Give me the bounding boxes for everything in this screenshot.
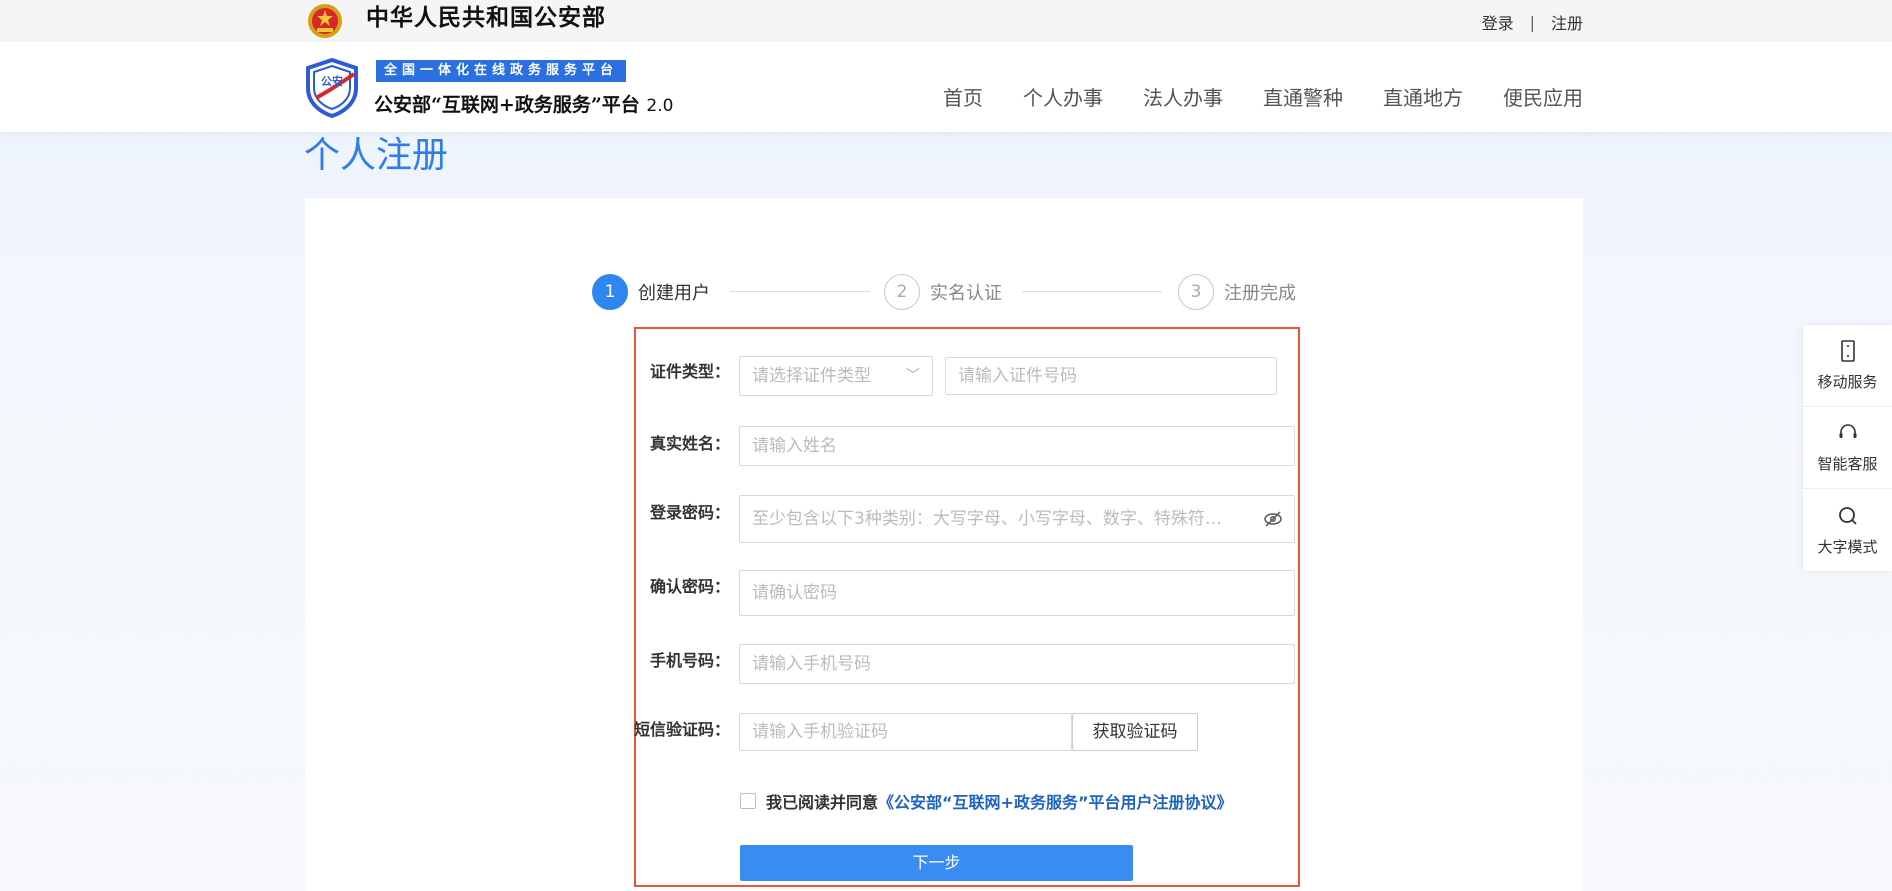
step-label: 实名认证: [930, 283, 1002, 304]
login-link[interactable]: 登录: [1482, 10, 1514, 34]
step-label: 创建用户: [638, 283, 710, 304]
ministry-name: 中华人民共和国公安部: [366, 5, 606, 31]
page-title: 个人注册: [304, 135, 449, 176]
top-links: 登录 | 注册: [1482, 10, 1583, 34]
logo-text: 公安: [321, 74, 343, 88]
nav-item-police-types[interactable]: 直通警种: [1263, 85, 1343, 111]
side-item-label: 移动服务: [1817, 373, 1878, 391]
sms-code-input[interactable]: 请输入手机验证码: [739, 713, 1072, 751]
link-separator: |: [1529, 12, 1535, 32]
agreement-row: 我已阅读并同意 《公安部“互联网+政务服务”平台用户注册协议》: [740, 789, 1232, 813]
side-item-mobile-service[interactable]: 移动服务: [1803, 325, 1892, 407]
register-link[interactable]: 注册: [1551, 10, 1583, 34]
step-connector: [1022, 291, 1162, 292]
id-type-label: 证件类型：: [649, 362, 730, 381]
id-type-select[interactable]: 请选择证件类型 ﹀: [739, 356, 933, 396]
phone-placeholder: 请输入手机号码: [752, 654, 871, 674]
phone-input[interactable]: 请输入手机号码: [739, 644, 1295, 684]
step-complete: 3 注册完成: [1178, 274, 1296, 310]
headset-icon: [1839, 424, 1856, 438]
top-bar: 中华人民共和国公安部 登录 | 注册: [0, 0, 1892, 42]
step-real-name: 2 实名认证: [884, 274, 1002, 310]
name-input[interactable]: 请输入姓名: [739, 426, 1295, 466]
registration-steps: 1 创建用户 2 实名认证 3 注册完成: [592, 274, 1302, 310]
site-header: 公安 全国一体化在线政务服务平台 公安部“互联网+政务服务”平台 2.0 首页 …: [0, 42, 1892, 132]
step-create-user: 1 创建用户: [592, 274, 710, 310]
chevron-down-icon: ﹀: [906, 368, 920, 384]
magnifier-icon: [1838, 506, 1857, 525]
password-input[interactable]: 至少包含以下3种类别：大写字母、小写字母、数字、特殊符…: [739, 495, 1295, 543]
agree-text: 我已阅读并同意: [766, 793, 879, 812]
confirm-password-placeholder: 请确认密码: [752, 583, 837, 603]
side-item-large-font[interactable]: 大字模式: [1803, 489, 1892, 571]
agreement-link[interactable]: 《公安部“互联网+政务服务”平台用户注册协议》: [878, 789, 1232, 813]
platform-title: 公安部“互联网+政务服务”平台: [374, 94, 640, 116]
nav-item-local[interactable]: 直通地方: [1383, 85, 1463, 111]
side-item-label: 大字模式: [1817, 537, 1878, 556]
nav-item-home[interactable]: 首页: [943, 85, 983, 111]
platform-badge: 全国一体化在线政务服务平台: [376, 60, 627, 82]
step-number: 2: [884, 274, 920, 310]
step-number: 3: [1178, 274, 1214, 310]
id-number-placeholder: 请输入证件号码: [958, 366, 1077, 386]
police-shield-logo-icon[interactable]: 公安: [304, 58, 360, 118]
id-type-placeholder: 请选择证件类型: [752, 366, 871, 386]
password-label: 登录密码：: [649, 503, 730, 522]
side-item-label: 智能客服: [1817, 455, 1878, 473]
mobile-icon: [1840, 340, 1855, 362]
nav-item-personal[interactable]: 个人办事: [1023, 85, 1103, 111]
id-number-input[interactable]: 请输入证件号码: [945, 357, 1277, 395]
platform-name: 公安部“互联网+政务服务”平台 2.0: [374, 92, 673, 119]
side-float-panel: 移动服务 智能客服 大字模式: [1803, 325, 1892, 571]
sms-code-placeholder: 请输入手机验证码: [752, 722, 888, 742]
name-placeholder: 请输入姓名: [752, 436, 837, 456]
password-placeholder: 至少包含以下3种类别：大写字母、小写字母、数字、特殊符…: [752, 509, 1222, 529]
platform-version: 2.0: [646, 96, 674, 116]
sms-code-label: 短信验证码：: [633, 720, 730, 739]
step-connector: [730, 291, 870, 292]
get-code-button[interactable]: 获取验证码: [1072, 713, 1198, 751]
side-item-smart-service[interactable]: 智能客服: [1803, 407, 1892, 489]
main-nav: 首页 个人办事 法人办事 直通警种 直通地方 便民应用: [943, 85, 1583, 111]
national-emblem-icon: [308, 4, 342, 38]
confirm-password-input[interactable]: 请确认密码: [739, 570, 1295, 616]
step-number: 1: [592, 274, 628, 310]
step-label: 注册完成: [1224, 283, 1296, 304]
phone-label: 手机号码：: [649, 651, 730, 670]
name-label: 真实姓名：: [649, 434, 730, 453]
nav-item-legal-person[interactable]: 法人办事: [1143, 85, 1223, 111]
next-step-button[interactable]: 下一步: [740, 845, 1133, 881]
confirm-password-label: 确认密码：: [649, 577, 730, 596]
eye-hidden-icon[interactable]: [1264, 511, 1282, 527]
nav-item-convenience-apps[interactable]: 便民应用: [1503, 85, 1583, 111]
agree-checkbox[interactable]: [740, 793, 756, 809]
